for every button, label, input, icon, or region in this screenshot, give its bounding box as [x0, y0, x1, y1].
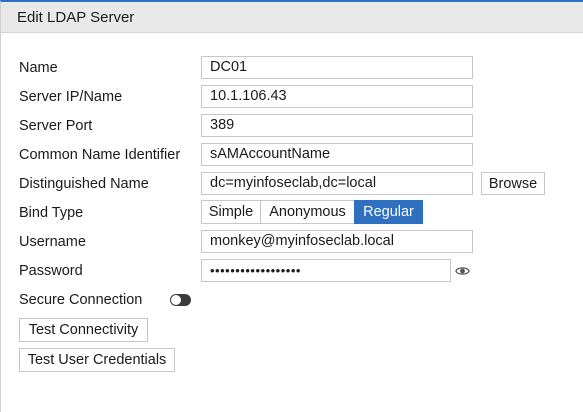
dialog-title: Edit LDAP Server: [17, 9, 135, 26]
test-connectivity-button[interactable]: Test Connectivity: [19, 318, 148, 342]
secure-connection-label: Secure Connection: [19, 292, 143, 308]
server-ip-label: Server IP/Name: [19, 89, 123, 105]
distinguished-name-input[interactable]: dc=myinfoseclab,dc=local: [201, 172, 473, 195]
server-port-label: Server Port: [19, 118, 93, 134]
toggle-knob: [171, 295, 181, 305]
edit-ldap-server-dialog: Edit LDAP Server Name DC01 Server IP/Nam…: [0, 0, 583, 412]
bind-type-label: Bind Type: [19, 205, 84, 221]
eye-icon[interactable]: [455, 264, 470, 276]
test-user-credentials-button[interactable]: Test User Credentials: [19, 348, 175, 372]
bind-type-simple-option[interactable]: Simple: [201, 200, 261, 224]
name-input[interactable]: DC01: [201, 56, 473, 79]
secure-connection-toggle[interactable]: [170, 294, 191, 306]
password-label: Password: [19, 263, 83, 279]
browse-button[interactable]: Browse: [481, 172, 545, 195]
server-port-input[interactable]: 389: [201, 114, 473, 137]
cn-identifier-label: Common Name Identifier: [19, 147, 181, 163]
dialog-header: Edit LDAP Server: [1, 2, 583, 33]
bind-type-anonymous-option[interactable]: Anonymous: [260, 200, 355, 224]
bind-type-regular-option[interactable]: Regular: [354, 200, 423, 224]
distinguished-name-label: Distinguished Name: [19, 176, 149, 192]
name-label: Name: [19, 60, 58, 76]
username-label: Username: [19, 234, 86, 250]
cn-identifier-input[interactable]: sAMAccountName: [201, 143, 473, 166]
username-input[interactable]: monkey@myinfoseclab.local: [201, 230, 473, 253]
server-ip-input[interactable]: 10.1.106.43: [201, 85, 473, 108]
password-input[interactable]: ••••••••••••••••••: [201, 259, 451, 282]
